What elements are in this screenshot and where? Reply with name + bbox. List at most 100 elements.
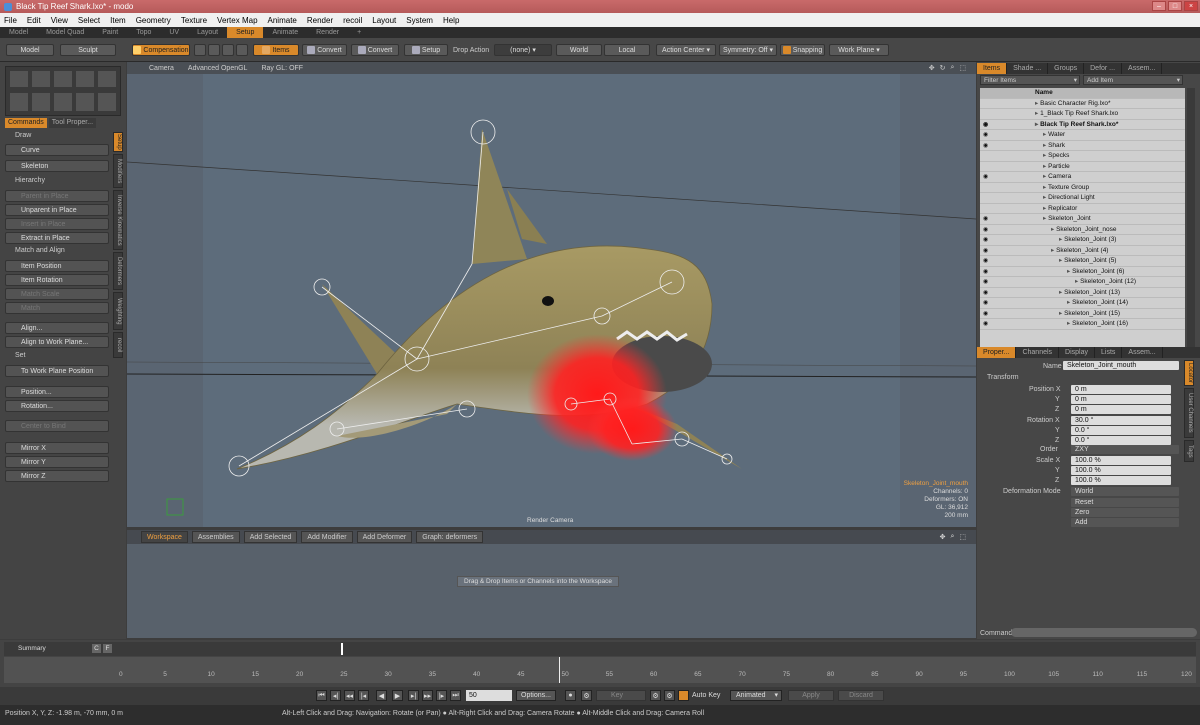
tab-groups[interactable]: Groups [1048,63,1085,74]
tree-row[interactable]: ◉ ▸ Camera [980,172,1185,183]
layout-tab-topo[interactable]: Topo [127,27,160,38]
scale-tool-icon[interactable] [54,93,72,111]
command-input[interactable] [1011,628,1197,637]
layout-tab-model-quad[interactable]: Model Quad [37,27,93,38]
key-all-icon[interactable]: ⚙ [664,690,675,701]
visibility-eye-icon[interactable]: ◉ [983,227,990,233]
maximize-workspace-icon[interactable]: ⬚ [959,533,966,541]
menu-edit[interactable]: Edit [27,16,41,25]
go-start-icon[interactable]: ⏮ [316,690,327,701]
step-back-icon[interactable]: |◂ [358,690,369,701]
tree-row[interactable]: ◉ ▸ Black Tip Reef Shark.lxo* [980,120,1185,130]
compensation-button[interactable]: Compensation [132,44,190,56]
tree-row[interactable]: ◉ ▸ Skeleton_Joint (15) [980,309,1185,319]
skeleton-tool-icon[interactable] [10,71,28,87]
next-frame-icon[interactable]: ▸▸ [422,690,433,701]
visibility-eye-icon[interactable]: ◉ [983,321,990,327]
rotate-icon[interactable]: ↻ [940,64,946,72]
menu-recoil[interactable]: recoil [343,16,362,25]
rotation-button[interactable]: Rotation... [5,400,109,412]
tree-row[interactable]: ▸ Basic Character Rig.lxo* [980,99,1185,109]
tree-row[interactable]: ◉ ▸ Skeleton_Joint (16) [980,319,1185,330]
tree-row[interactable]: ◉ ▸ Skeleton_Joint (4) [980,246,1185,256]
visibility-eye-icon[interactable]: ◉ [983,143,990,149]
tab-channels[interactable]: Channels [1016,347,1060,358]
tab-assemblies[interactable]: Assem... [1122,63,1163,74]
rotate-tool-icon[interactable] [10,93,28,111]
filter-items-select[interactable]: Filter Items ▾ [980,75,1080,85]
items-scrollbar[interactable] [1187,88,1195,354]
visibility-eye-icon[interactable]: ◉ [983,258,990,264]
visibility-eye-icon[interactable]: ◉ [983,311,990,317]
tab-commands[interactable]: Commands [5,118,47,128]
tab-properties[interactable]: Proper... [977,347,1017,358]
parent-in-place-button[interactable]: Parent in Place [5,190,109,202]
frame-field[interactable]: 50 [466,690,512,701]
light-tool-icon[interactable] [76,71,94,87]
key-settings-icon[interactable]: ⚙ [581,690,592,701]
visibility-eye-icon[interactable]: ◉ [983,300,990,306]
world-button[interactable]: World [556,44,602,56]
position-y-field[interactable]: 0 m [1071,395,1171,404]
layout-tab-render[interactable]: Render [307,27,348,38]
mirror-x-button[interactable]: Mirror X [5,442,109,454]
layout-tab-animate[interactable]: Animate [263,27,307,38]
add-selected-button[interactable]: Add Selected [243,531,298,543]
vtab-recoil[interactable]: recoil [113,332,123,358]
visibility-eye-icon[interactable]: ◉ [983,122,990,128]
vtab-setup[interactable]: Setup [113,132,123,152]
visibility-eye-icon[interactable]: ◉ [983,237,990,243]
rotation-z-field[interactable]: 0.0 ° [1071,436,1171,445]
symmetry-button[interactable]: Symmetry: Off ▾ [719,44,777,56]
skeleton-button[interactable]: Skeleton [5,160,109,172]
layout-tab-uv[interactable]: UV [160,27,188,38]
maximize-viewport-icon[interactable]: ⬚ [959,64,966,72]
tab-deformers[interactable]: Defor ... [1084,63,1123,74]
to-work-plane-button[interactable]: To Work Plane Position [5,365,109,377]
zoom-icon[interactable]: ⌕ [950,533,954,541]
select-vertices-icon[interactable] [194,44,206,56]
key-filter-icon[interactable]: ⚙ [650,690,661,701]
visibility-eye-icon[interactable]: ◉ [983,248,990,254]
locator-tool-icon[interactable] [54,71,72,87]
add-button[interactable]: Add [1071,518,1179,527]
tree-row[interactable]: ◉ ▸ Water [980,130,1185,141]
match-button[interactable]: Match [5,302,109,314]
scale-z-field[interactable]: 100.0 % [1071,476,1171,485]
menu-help[interactable]: Help [443,16,459,25]
drop-action-select[interactable]: (none) ▾ [494,44,552,56]
tree-row[interactable]: ▸ Texture Group [980,183,1185,193]
play-back-icon[interactable]: ◀ [376,690,387,701]
step-forward-icon[interactable]: ▸| [408,690,419,701]
model-button[interactable]: Model [6,44,54,56]
item-rotation-button[interactable]: Item Rotation [5,274,109,286]
mirror-z-button[interactable]: Mirror Z [5,470,109,482]
tree-row[interactable]: ◉ ▸ Skeleton_Joint (6) [980,267,1185,277]
record-icon[interactable]: ● [565,690,576,701]
work-plane-button[interactable]: Work Plane ▾ [829,44,889,56]
apply-button[interactable]: Apply [788,690,834,701]
vtab-modifiers[interactable]: Modifiers [113,154,123,188]
tree-row[interactable]: ◉ ▸ Skeleton_Joint [980,214,1185,225]
tree-row[interactable]: ▸ Specks [980,151,1185,162]
tab-lists[interactable]: Lists [1095,347,1123,358]
layout-tab-model[interactable]: Model [0,27,37,38]
vtab-inverse-kinematics[interactable]: Inverse Kinematics [113,190,123,250]
layout-tab-setup[interactable]: Setup [227,27,264,38]
timeline[interactable]: Summary C F 0 5 10 15 20 25 30 35 40 45 50 55 60 65 70… [0,640,1200,687]
tree-row[interactable]: ◉ ▸ Skeleton_Joint_nose [980,225,1185,235]
tree-row[interactable]: ◉ ▸ Shark [980,141,1185,151]
action-center-button[interactable]: Action Center ▾ [656,44,716,56]
menu-item[interactable]: Item [110,16,126,25]
item-position-button[interactable]: Item Position [5,260,109,272]
center-to-bind-button[interactable]: Center to Bind [5,420,109,432]
deformation-mode-select[interactable]: World [1071,487,1179,496]
position-button[interactable]: Position... [5,386,109,398]
visibility-eye-icon[interactable]: ◉ [983,290,990,296]
select-polygons-icon[interactable] [222,44,234,56]
tree-row[interactable]: ◉ ▸ Skeleton_Joint (5) [980,256,1185,267]
maximize-icon[interactable]: □ [1168,1,1182,11]
transform-tool-icon[interactable] [76,93,94,111]
match-scale-button[interactable]: Match Scale [5,288,109,300]
menu-layout[interactable]: Layout [372,16,396,25]
